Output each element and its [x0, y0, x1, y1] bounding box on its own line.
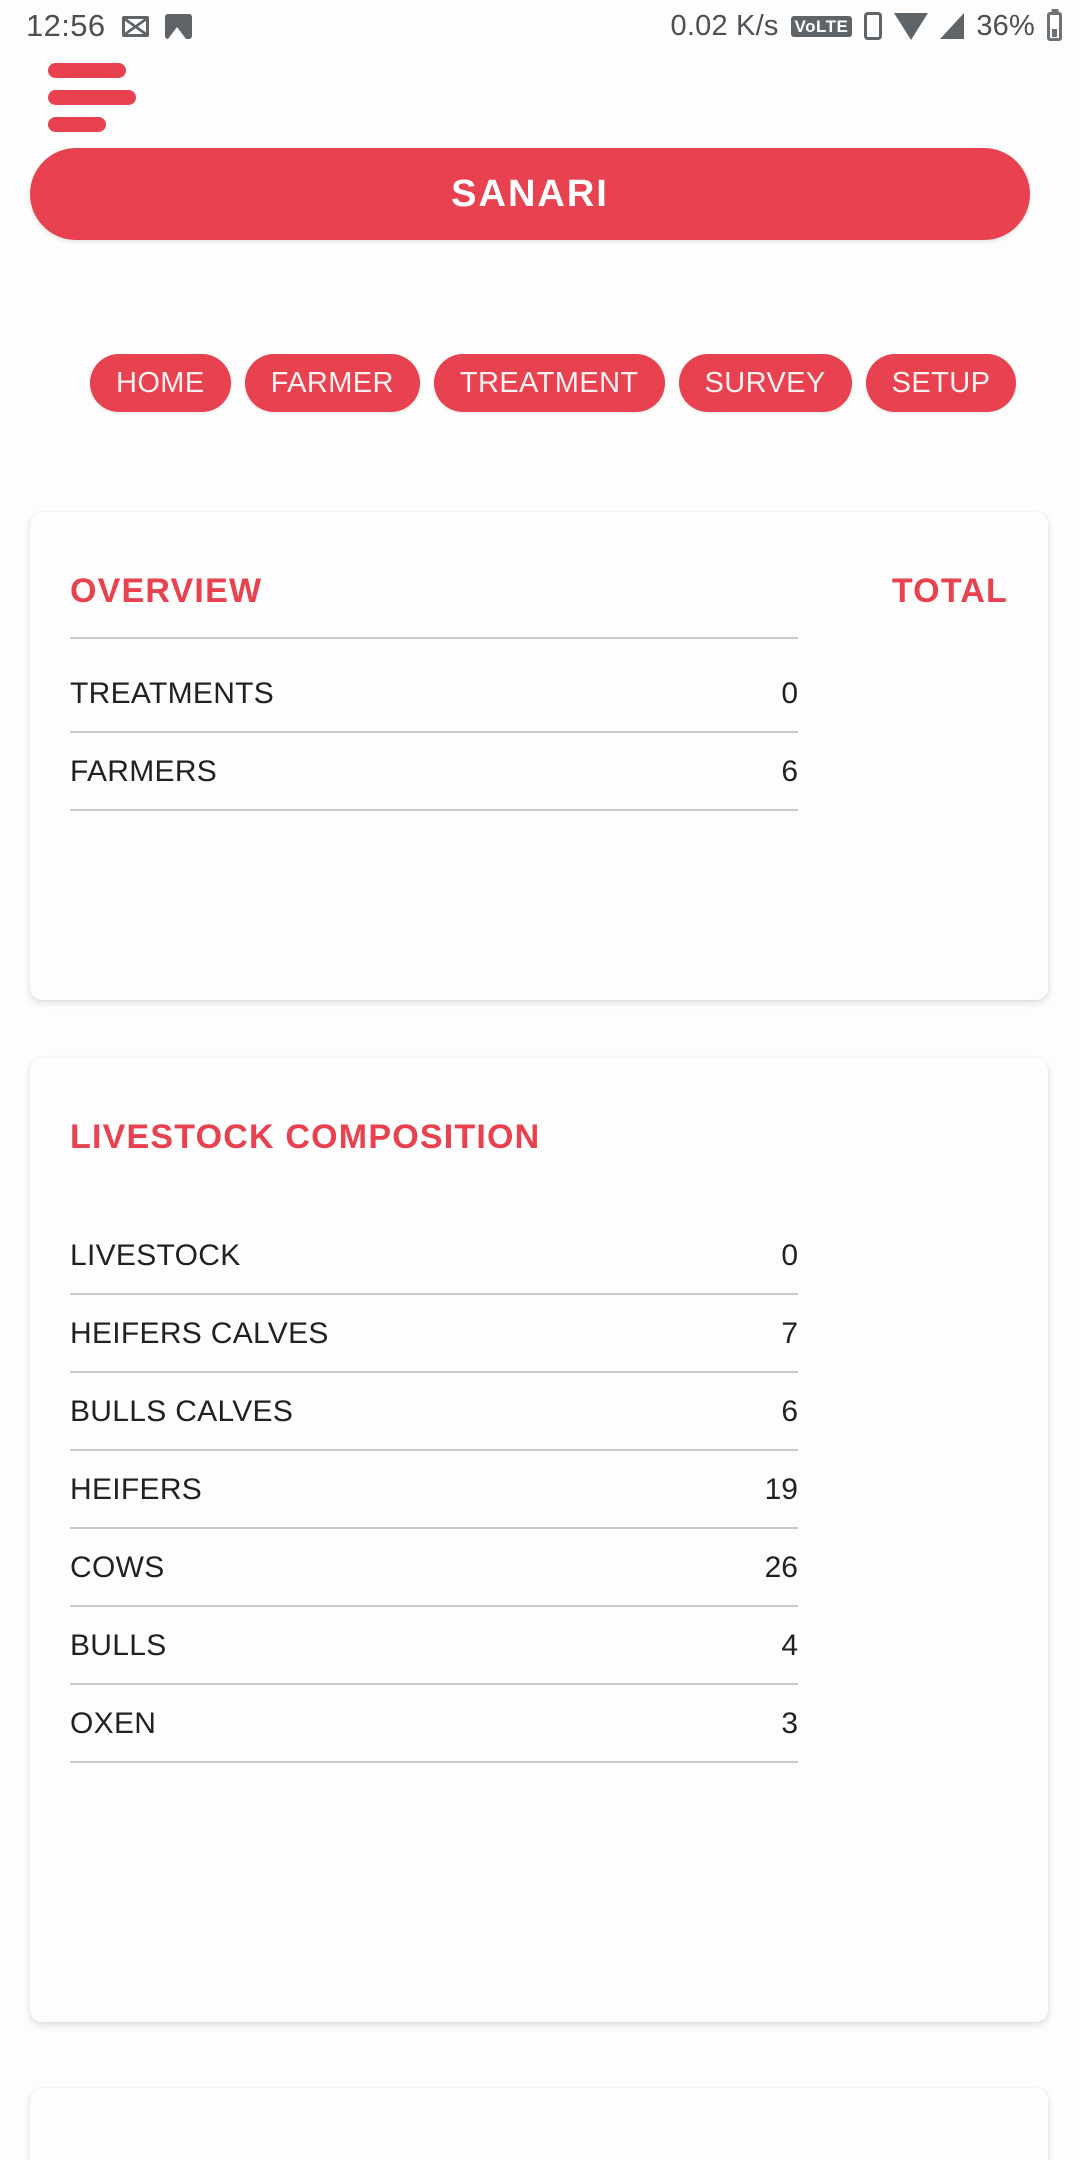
volte-icon: VoLTE — [790, 15, 853, 37]
table-row[interactable]: LIVESTOCK 0 — [70, 1217, 798, 1295]
gmail-icon — [121, 15, 149, 37]
vibrate-icon — [864, 12, 883, 40]
page-title: SANARI — [451, 172, 609, 215]
app-screen: 12:56 0.02 K/s VoLTE 36% SANARI HOME FAR… — [0, 0, 1080, 2160]
next-card-partial — [30, 2088, 1048, 2160]
table-row[interactable]: HEIFERS 19 — [70, 1451, 798, 1529]
tab-home[interactable]: HOME — [90, 354, 231, 412]
app-title-banner: SANARI — [30, 148, 1030, 240]
row-value: 4 — [781, 1629, 798, 1662]
livestock-composition-card: LIVESTOCK COMPOSITION LIVESTOCK 0 HEIFER… — [30, 1058, 1048, 2022]
row-value: 6 — [781, 1395, 798, 1428]
row-label: COWS — [70, 1551, 165, 1584]
row-value: 3 — [781, 1707, 798, 1740]
battery-icon — [1047, 11, 1062, 41]
tab-survey[interactable]: SURVEY — [678, 354, 852, 412]
livestock-card-title: LIVESTOCK COMPOSITION — [70, 1118, 541, 1156]
table-row[interactable]: BULLS 4 — [70, 1607, 798, 1685]
row-value: 0 — [781, 1239, 798, 1272]
row-label: BULLS — [70, 1629, 167, 1662]
table-row[interactable]: TREATMENTS 0 — [70, 655, 798, 733]
signal-icon — [940, 13, 965, 39]
tab-setup-label: SETUP — [891, 366, 991, 399]
livestock-rows: LIVESTOCK 0 HEIFERS CALVES 7 BULLS CALVE… — [70, 1157, 1008, 1763]
hamburger-bar-top — [48, 63, 126, 78]
row-value: 19 — [764, 1473, 798, 1506]
tab-treatment-label: TREATMENT — [459, 366, 639, 399]
overview-rows: TREATMENTS 0 FARMERS 6 — [70, 639, 1008, 811]
row-label: TREATMENTS — [70, 677, 275, 710]
table-row[interactable]: FARMERS 6 — [70, 733, 798, 811]
overview-card: OVERVIEW TOTAL TREATMENTS 0 FARMERS 6 — [30, 512, 1048, 1000]
row-value: 7 — [781, 1317, 798, 1350]
status-bar-left: 12:56 — [26, 8, 192, 44]
row-value: 26 — [764, 1551, 798, 1584]
row-label: BULLS CALVES — [70, 1395, 294, 1428]
row-label: LIVESTOCK — [70, 1239, 241, 1272]
tab-home-label: HOME — [116, 366, 205, 399]
overview-header-total: TOTAL — [891, 572, 1008, 610]
tab-treatment[interactable]: TREATMENT — [433, 354, 665, 412]
row-value: 0 — [781, 677, 798, 710]
hamburger-bar-middle — [48, 90, 136, 105]
row-label: HEIFERS CALVES — [70, 1317, 329, 1350]
battery-percent-text: 36% — [976, 9, 1035, 42]
network-speed-text: 0.02 K/s — [670, 9, 779, 42]
table-row[interactable]: OXEN 3 — [70, 1685, 798, 1763]
hamburger-bar-bottom — [48, 117, 106, 132]
row-value: 6 — [781, 755, 798, 788]
overview-header-row: OVERVIEW TOTAL — [70, 512, 1008, 611]
tab-farmer[interactable]: FARMER — [244, 354, 420, 412]
table-row[interactable]: BULLS CALVES 6 — [70, 1373, 798, 1451]
hamburger-menu-icon[interactable] — [48, 63, 168, 133]
row-label: HEIFERS — [70, 1473, 203, 1506]
wifi-icon — [894, 12, 929, 40]
overview-header-label: OVERVIEW — [70, 572, 263, 610]
status-bar: 12:56 0.02 K/s VoLTE 36% — [0, 0, 1080, 52]
table-row[interactable]: HEIFERS CALVES 7 — [70, 1295, 798, 1373]
table-row[interactable]: COWS 26 — [70, 1529, 798, 1607]
row-label: FARMERS — [70, 755, 218, 788]
tab-setup[interactable]: SETUP — [865, 354, 1017, 412]
status-time: 12:56 — [26, 8, 106, 43]
tab-farmer-label: FARMER — [270, 366, 394, 399]
photos-icon — [164, 13, 192, 39]
tab-survey-label: SURVEY — [704, 366, 826, 399]
status-bar-right: 0.02 K/s VoLTE 36% — [671, 10, 1062, 43]
row-label: OXEN — [70, 1707, 157, 1740]
nav-tab-bar: HOME FARMER TREATMENT SURVEY SETUP — [90, 352, 1017, 414]
